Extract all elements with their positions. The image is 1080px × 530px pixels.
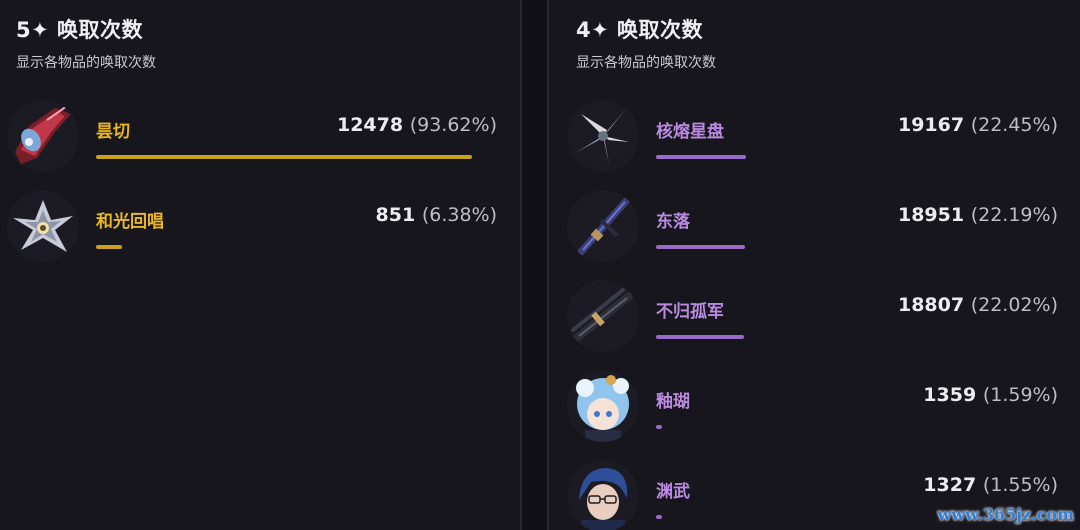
item-count: 12478 (93.62%) <box>336 114 497 136</box>
red-blade-weapon-icon <box>7 100 79 172</box>
blue-sword-weapon-icon <box>567 190 639 262</box>
share-bar <box>656 335 744 339</box>
list-item[interactable]: 不归孤军 18807 (22.02%) <box>567 280 1058 352</box>
item-count: 18807 (22.02%) <box>897 294 1058 316</box>
four-star-subtitle: 显示各物品的唤取次数 <box>576 55 716 71</box>
item-name: 核熔星盘 <box>656 122 724 142</box>
list-item[interactable]: 釉瑚 1359 (1.59%) <box>567 370 1058 442</box>
share-bar <box>96 155 472 159</box>
five-star-subtitle: 显示各物品的唤取次数 <box>16 55 156 71</box>
star-disc-weapon-icon <box>567 100 639 172</box>
silver-crystal-weapon-icon <box>7 190 79 262</box>
share-bar <box>656 515 662 519</box>
item-name: 东落 <box>656 212 690 232</box>
item-count: 851 (6.38%) <box>375 204 497 226</box>
five-star-panel: 5✦ 唤取次数 显示各物品的唤取次数 昙切 12478 (93.62%) 和光回… <box>0 0 520 530</box>
list-item[interactable]: 东落 18951 (22.19%) <box>567 190 1058 262</box>
watermark: www.365jz.com <box>937 505 1074 524</box>
five-star-title: 5✦ 唤取次数 <box>16 18 144 42</box>
item-name: 不归孤军 <box>656 302 724 322</box>
item-name: 釉瑚 <box>656 392 690 412</box>
panel-gap <box>522 0 549 530</box>
four-star-panel: 4✦ 唤取次数 显示各物品的唤取次数 核熔星盘 19167 (22.45%) 东… <box>549 0 1080 530</box>
item-count: 18951 (22.19%) <box>897 204 1058 226</box>
item-name: 昙切 <box>96 122 130 142</box>
list-item[interactable]: 昙切 12478 (93.62%) <box>7 100 497 172</box>
share-bar <box>96 245 122 249</box>
item-name: 渊武 <box>656 482 690 502</box>
list-item[interactable]: 和光回唱 851 (6.38%) <box>7 190 497 262</box>
share-bar <box>656 245 745 249</box>
four-star-title: 4✦ 唤取次数 <box>576 18 704 42</box>
list-item[interactable]: 核熔星盘 19167 (22.45%) <box>567 100 1058 172</box>
dark-sword-weapon-icon <box>567 280 639 352</box>
blue-hair-character-avatar <box>567 370 639 442</box>
share-bar <box>656 425 662 429</box>
item-count: 1359 (1.59%) <box>923 384 1058 406</box>
item-name: 和光回唱 <box>96 212 164 232</box>
item-count: 1327 (1.55%) <box>923 474 1058 496</box>
glasses-character-avatar <box>567 460 639 530</box>
item-count: 19167 (22.45%) <box>897 114 1058 136</box>
share-bar <box>656 155 746 159</box>
